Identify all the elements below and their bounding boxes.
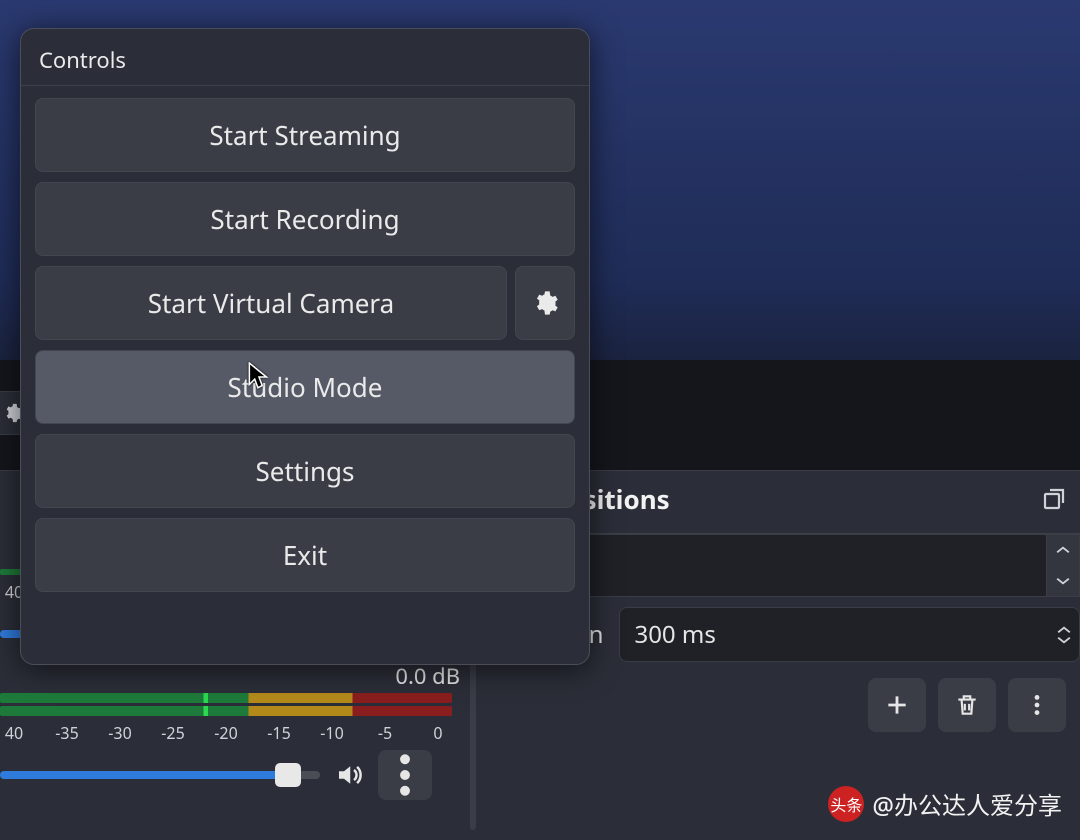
virtual-camera-settings-button[interactable] bbox=[515, 266, 575, 340]
db-scale: 40-35-30-25-20-15-10-50 bbox=[0, 722, 452, 744]
audio-meter bbox=[0, 706, 452, 716]
volume-slider[interactable] bbox=[0, 771, 320, 779]
chevron-up-icon[interactable] bbox=[1049, 625, 1079, 635]
speaker-icon[interactable] bbox=[334, 760, 364, 790]
add-transition-button[interactable] bbox=[868, 678, 926, 732]
chevron-up-icon[interactable] bbox=[1047, 535, 1079, 566]
duration-field[interactable]: 300 ms bbox=[619, 607, 1080, 662]
popout-icon[interactable] bbox=[1042, 487, 1066, 511]
studio-mode-button[interactable]: Studio Mode bbox=[35, 350, 575, 424]
chevron-down-icon[interactable] bbox=[1047, 566, 1079, 597]
start-virtual-camera-button[interactable]: Start Virtual Camera bbox=[35, 266, 507, 340]
chevron-down-icon[interactable] bbox=[1049, 635, 1079, 645]
exit-button[interactable]: Exit bbox=[35, 518, 575, 592]
start-recording-button[interactable]: Start Recording bbox=[35, 182, 575, 256]
controls-panel: Controls Start Streaming Start Recording… bbox=[20, 28, 590, 665]
watermark-text: @办公达人爱分享 bbox=[872, 786, 1062, 822]
watermark: 头条 @办公达人爱分享 bbox=[828, 786, 1062, 822]
audio-meter bbox=[0, 693, 452, 703]
transition-options-button[interactable] bbox=[1008, 678, 1066, 732]
controls-panel-title: Controls bbox=[21, 29, 589, 86]
db-readout: 0.0 dB bbox=[395, 661, 460, 691]
start-streaming-button[interactable]: Start Streaming bbox=[35, 98, 575, 172]
transition-select-stepper bbox=[1046, 534, 1080, 597]
channel-options-button[interactable] bbox=[378, 750, 432, 800]
settings-button[interactable]: Settings bbox=[35, 434, 575, 508]
watermark-logo-icon: 头条 bbox=[828, 786, 864, 822]
delete-transition-button[interactable] bbox=[938, 678, 996, 732]
duration-value: 300 ms bbox=[634, 618, 715, 651]
